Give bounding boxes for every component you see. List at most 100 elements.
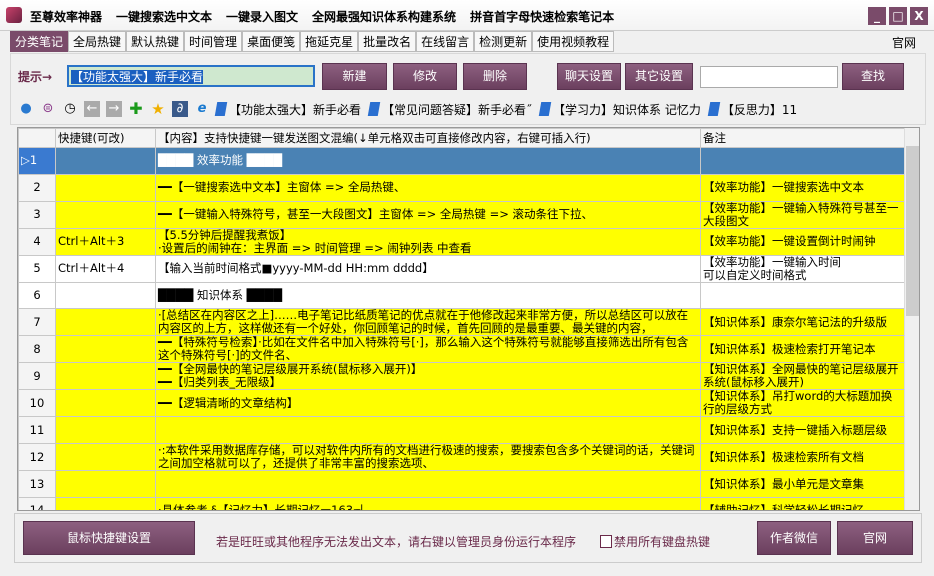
scrollbar-thumb[interactable] xyxy=(906,146,919,316)
content-cell[interactable]: ━━【全网最快的笔记层级展开系统(鼠标移入展开)】 ━━【归类列表_无限级】 xyxy=(155,362,701,391)
column-header-content[interactable]: 【内容】支持快捷键一键发送图文混编(↓单元格双击可直接修改内容，右键可插入行) xyxy=(155,128,701,148)
delete-button[interactable]: 删除 xyxy=(463,63,527,90)
content-cell[interactable]: ━━【逻辑清晰的文章结构】 xyxy=(155,389,701,418)
find-button[interactable]: 查找 xyxy=(842,63,904,90)
note-cell[interactable]: 【知识体系】最小单元是文章集 xyxy=(700,470,905,498)
content-cell[interactable]: ·具体参考 §【记忆力】长期记忆ᆖ163ᆗ 、 xyxy=(155,496,701,510)
row-number[interactable]: ▷1 xyxy=(18,147,56,175)
table-row[interactable]: ▷1 ████ 效率功能 ████ xyxy=(18,147,905,175)
shortcut-cell[interactable] xyxy=(55,416,156,445)
content-cell[interactable]: ████ 效率功能 ████ xyxy=(155,147,701,175)
row-number[interactable]: 12 xyxy=(18,443,56,472)
content-cell[interactable] xyxy=(155,416,701,445)
shortcut-cell[interactable] xyxy=(55,147,156,175)
content-cell[interactable]: ████ 知识体系 ████ xyxy=(155,281,701,310)
note-cell[interactable]: 【效率功能】一键输入时间 可以自定义时间格式 xyxy=(700,254,905,283)
shortcut-cell[interactable] xyxy=(55,335,156,364)
row-number[interactable]: 4 xyxy=(18,227,56,256)
link-icon[interactable]: ∂ xyxy=(172,101,188,117)
note-cell[interactable]: 【知识体系】极速检索打开笔记本 xyxy=(700,335,905,364)
note-cell[interactable] xyxy=(700,281,905,310)
tab-item[interactable]: 在线留言 xyxy=(416,31,475,52)
row-number[interactable]: 3 xyxy=(18,200,56,229)
table-row[interactable]: 6 ████ 知识体系 ████ xyxy=(18,281,905,310)
shortcut-cell[interactable] xyxy=(55,200,156,229)
note-cell[interactable]: 【效率功能】一键设置倒计时闹钟 xyxy=(700,227,905,256)
bookmark-item[interactable]: 【反思力】11 xyxy=(707,101,797,118)
note-cell[interactable]: 【知识体系】康奈尔笔记法的升级版 xyxy=(700,308,905,337)
shortcut-cell[interactable] xyxy=(55,389,156,418)
row-number[interactable]: 14 xyxy=(18,496,56,510)
note-cell[interactable]: 【效率功能】一键搜索选中文本 xyxy=(700,173,905,202)
note-cell[interactable]: 【知识体系】支持一键插入标题层级 xyxy=(700,416,905,445)
vertical-scrollbar[interactable] xyxy=(904,128,919,510)
star-icon[interactable]: ★ xyxy=(150,101,166,117)
table-row[interactable]: 11 【知识体系】支持一键插入标题层级 xyxy=(18,416,905,445)
tab-item[interactable]: 桌面便笺 xyxy=(242,31,301,52)
disable-hotkeys-checkbox[interactable]: 禁用所有键盘热键 xyxy=(600,533,710,550)
table-row[interactable]: 13 【知识体系】最小单元是文章集 xyxy=(18,470,905,498)
back-icon[interactable]: ← xyxy=(84,101,100,117)
mouse-shortcut-settings-button[interactable]: 鼠标快捷键设置 xyxy=(23,521,195,555)
website-button[interactable]: 官网 xyxy=(837,521,913,555)
table-row[interactable]: 2 ━━【一键搜索选中文本】主窗体 => 全局热键、 【效率功能】一键搜索选中文本 xyxy=(18,173,905,202)
shortcut-cell[interactable]: Ctrl＋Alt＋3 xyxy=(55,227,156,256)
bookmark-item[interactable]: 【常见问题答疑】新手必看˝ xyxy=(367,101,532,118)
row-number[interactable]: 10 xyxy=(18,389,56,418)
content-cell[interactable]: ·:本软件采用数据库存储，可以对软件内所有的文档进行极速的搜索，要搜索包含多个关… xyxy=(155,443,701,472)
content-cell[interactable]: ━━【一键输入特殊符号，甚至一大段图文】主窗体 => 全局热键 => 滚动条往下… xyxy=(155,200,701,229)
add-icon[interactable]: ✚ xyxy=(128,101,144,117)
table-row[interactable]: 4 Ctrl＋Alt＋3 【5.5分钟后提醒我煮饭】 ·设置后的闹钟在：主界面 =>… xyxy=(18,227,905,256)
note-cell[interactable]: 【知识体系】全网最快的笔记层级展开系统(鼠标移入展开) xyxy=(700,362,905,391)
column-header-shortcut[interactable]: 快捷键(可改) xyxy=(55,128,156,148)
note-cell[interactable]: 【知识体系】吊打word的大标题加换行的层级方式 xyxy=(700,389,905,418)
search-input[interactable] xyxy=(700,66,838,88)
row-number[interactable]: 5 xyxy=(18,254,56,283)
globe-icon[interactable]: ● xyxy=(18,101,34,117)
tab-item[interactable]: 分类笔记 xyxy=(10,31,69,52)
note-title-input[interactable]: 【功能太强大】新手必看 xyxy=(67,65,315,87)
table-row[interactable]: 5 Ctrl＋Alt＋4 【输入当前时间格式■yyyy-MM-dd HH:mm dd… xyxy=(18,254,905,283)
shortcut-cell[interactable] xyxy=(55,443,156,472)
shortcut-cell[interactable] xyxy=(55,470,156,498)
note-cell[interactable]: 【效率功能】一键输入特殊符号甚至一大段图文 xyxy=(700,200,905,229)
row-number[interactable]: 8 xyxy=(18,335,56,364)
content-cell[interactable]: 【5.5分钟后提醒我煮饭】 ·设置后的闹钟在：主界面 => 时间管理 => 闹钟… xyxy=(155,227,701,256)
content-cell[interactable]: ·[总结区在内容区之上]……电子笔记比纸质笔记的优点就在于他修改起来非常方便，所… xyxy=(155,308,701,337)
tab-item[interactable]: 时间管理 xyxy=(184,31,243,52)
tab-item[interactable]: 使用视频教程 xyxy=(532,31,615,52)
note-cell[interactable] xyxy=(700,147,905,175)
content-cell[interactable] xyxy=(155,470,701,498)
content-cell[interactable]: ━━【一键搜索选中文本】主窗体 => 全局热键、 xyxy=(155,173,701,202)
website-link[interactable]: 官网 xyxy=(892,34,916,51)
new-button[interactable]: 新建 xyxy=(322,63,387,90)
table-row[interactable]: 12 ·:本软件采用数据库存储，可以对软件内所有的文档进行极速的搜索，要搜索包含多… xyxy=(18,443,905,472)
row-number[interactable]: 13 xyxy=(18,470,56,498)
maximize-button[interactable]: □ xyxy=(889,7,907,25)
row-number[interactable]: 2 xyxy=(18,173,56,202)
row-number[interactable]: 11 xyxy=(18,416,56,445)
shortcut-cell[interactable] xyxy=(55,281,156,310)
close-button[interactable]: X xyxy=(910,7,928,25)
table-row[interactable]: 8 ━━【特殊符号检索】·比如在文件名中加入特殊符号[·]，那么输入这个特殊符号就… xyxy=(18,335,905,364)
tab-item[interactable]: 拖延克星 xyxy=(300,31,359,52)
tab-item[interactable]: 批量改名 xyxy=(358,31,417,52)
table-row[interactable]: 9 ━━【全网最快的笔记层级展开系统(鼠标移入展开)】 ━━【归类列表_无限级】【… xyxy=(18,362,905,391)
content-cell[interactable]: ━━【特殊符号检索】·比如在文件名中加入特殊符号[·]，那么输入这个特殊符号就能… xyxy=(155,335,701,364)
note-cell[interactable]: 【辅助记忆】科学轻松长期记忆 xyxy=(700,496,905,510)
forward-icon[interactable]: → xyxy=(106,101,122,117)
row-number[interactable]: 7 xyxy=(18,308,56,337)
bookmark-item[interactable]: 【学习力】知识体系 记忆力 xyxy=(538,101,701,118)
tab-item[interactable]: 默认热键 xyxy=(126,31,185,52)
checkbox-box[interactable] xyxy=(600,535,612,548)
table-row[interactable]: 7 ·[总结区在内容区之上]……电子笔记比纸质笔记的优点就在于他修改起来非常方便，… xyxy=(18,308,905,337)
row-number[interactable]: 9 xyxy=(18,362,56,391)
edit-button[interactable]: 修改 xyxy=(393,63,457,90)
other-settings-button[interactable]: 其它设置 xyxy=(625,63,693,90)
content-cell[interactable]: 【输入当前时间格式■yyyy-MM-dd HH:mm dddd】 xyxy=(155,254,701,283)
chat-settings-button[interactable]: 聊天设置 xyxy=(557,63,621,90)
minimize-button[interactable]: _ xyxy=(868,7,886,25)
shortcut-cell[interactable] xyxy=(55,362,156,391)
row-number[interactable]: 6 xyxy=(18,281,56,310)
tab-item[interactable]: 检测更新 xyxy=(474,31,533,52)
